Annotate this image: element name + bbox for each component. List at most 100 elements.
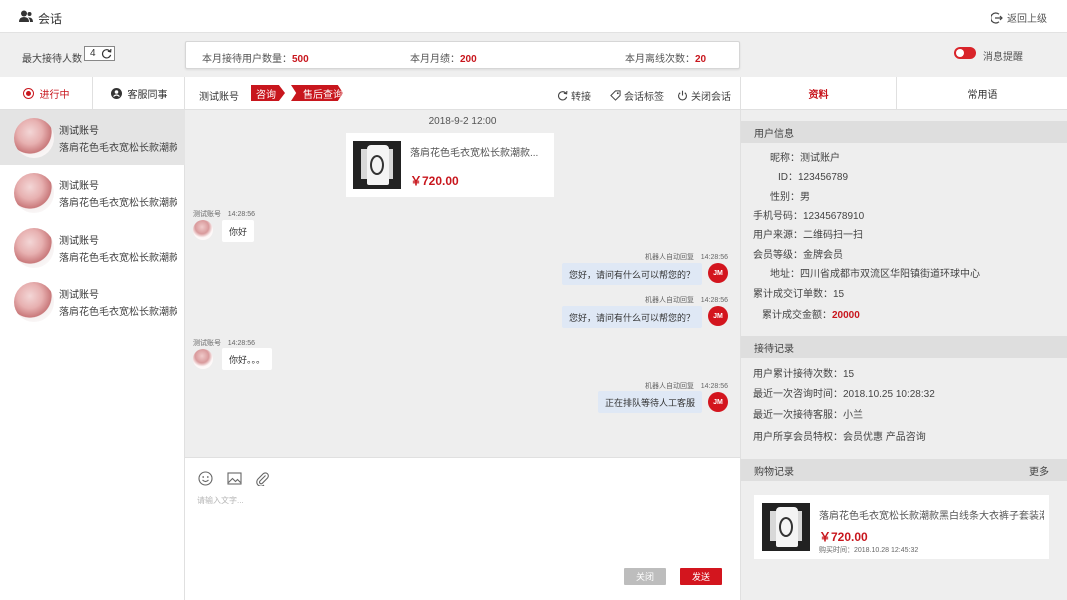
session-name: 测试账号 [59,181,99,192]
section-title: 用户信息 [754,128,794,140]
tab-colleagues[interactable]: 客服同事 [93,77,185,110]
product-price: ￥720.00 [410,174,459,188]
section-title: 接待记录 [754,343,794,355]
info-tabs: 资料 常用语 [741,77,1067,110]
session-preview: 落肩花色毛衣宽松长款潮款... [59,253,177,264]
back-label: 返回上级 [1007,14,1047,25]
close-button[interactable]: 关闭 [624,568,666,585]
close-session-button[interactable]: 关闭会话 [677,88,731,103]
info-id: ID：123456789 [778,172,849,183]
purchase-price: ￥720.00 [819,530,868,544]
max-reception-label: 最大接待人数 [22,54,82,65]
message-time: 14:28:56 [700,254,728,261]
tab-common-phrases[interactable]: 常用语 [897,77,1067,110]
notify-label: 消息提醒 [983,52,1023,63]
tab-colleagues-label: 客服同事 [127,90,168,101]
message-bubble: 正在排队等待人工客服 [597,391,702,413]
session-name: 测试账号 [59,236,99,247]
bot-avatar: JM [708,392,728,412]
info-address: 地址：四川省成都市双流区华阳镇街道环球中心 [770,269,980,280]
session-preview: 落肩花色毛衣宽松长款潮款... [59,198,177,209]
product-name: 落肩花色毛衣宽松长款潮款... [410,148,539,159]
purchase-card[interactable]: 落肩花色毛衣宽松长款潮款黑白线条大衣裤子套装潮流... ￥720.00 购买时间… [754,495,1049,559]
purchase-time: 购买时间：2018.10.28 12:45:32 [819,547,919,554]
reception-last-agent: 最近一次接待客服：小兰 [753,410,863,421]
avatar [14,228,54,268]
message-time: 14:28:56 [227,211,256,218]
notify-toggle[interactable] [954,47,976,59]
reception-privileges: 用户所享会员特权：会员优惠 产品咨询 [753,432,926,443]
avatar [193,220,213,240]
reception-last-time: 最近一次咨询时间：2018.10.25 10:28:32 [753,389,935,400]
message-sender: 机器人自动回复 [644,254,694,261]
customer-info-panel: 资料 常用语 用户信息 昵称：测试账户 ID：123456789 性别：男 手机… [740,77,1067,600]
refresh-icon[interactable] [101,48,112,59]
stat-month-users: 本月接待用户数量：500 [202,54,309,65]
message-sender: 测试账号 [193,340,221,347]
message-sender: 机器人自动回复 [644,383,694,390]
session-tabs: 进行中 客服同事 [0,77,185,110]
tab-profile[interactable]: 资料 [741,77,896,110]
bot-avatar: JM [708,263,728,283]
send-button[interactable]: 发送 [680,568,722,585]
chat-date: 2018-9-2 12:00 [428,116,497,127]
top-header: 会话 返回上级 [0,0,1067,33]
avatar [14,173,54,213]
transfer-label: 转接 [571,92,591,103]
tag-after-sales[interactable]: 售后查询 [291,85,343,101]
users-icon [19,10,33,22]
back-button[interactable]: 返回上级 [991,10,1047,25]
session-preview: 落肩花色毛衣宽松长款潮款... [59,143,177,154]
info-level: 会员等级：金牌会员 [753,250,843,261]
stat-month-performance: 本月月绩：200 [410,54,477,65]
info-source: 用户来源：二维码扫一扫 [753,230,863,241]
section-purchases: 购物记录 更多 [741,459,1067,481]
info-gender: 性别：男 [770,192,810,203]
avatar [14,282,54,322]
session-name: 测试账号 [59,126,99,137]
message-time: 14:28:56 [227,340,256,347]
info-orders: 累计成交订单数：15 [753,289,845,300]
message: 测试账号 14:28:56 [193,208,255,219]
attachment-icon[interactable] [255,471,270,486]
message: 测试账号 14:28:56 [193,337,255,348]
session-item[interactable]: 测试账号 落肩花色毛衣宽松长款潮款... [0,220,185,275]
message: 机器人自动回复 14:28:56 [645,294,728,305]
info-amount: 累计成交金额：20000 [762,310,860,321]
radio-dot-icon [22,88,34,99]
avatar [14,118,54,158]
bot-avatar: JM [708,306,728,326]
info-phone: 手机号码：12345678910 [753,211,865,222]
emoji-icon[interactable] [198,471,213,486]
message-list: 2018-9-2 12:00 落肩花色毛衣宽松长款潮款... ￥720.00 测… [185,110,740,457]
info-nickname: 昵称：测试账户 [770,153,840,164]
power-icon [678,90,687,101]
chat-account-name: 测试账号 [199,92,239,103]
max-reception-value: 4 [90,48,96,59]
transfer-icon [558,91,568,101]
image-icon[interactable] [227,471,242,486]
tab-in-progress[interactable]: 进行中 [0,77,92,110]
session-item[interactable]: 测试账号 落肩花色毛衣宽松长款潮款... [0,165,185,220]
purchase-name: 落肩花色毛衣宽松长款潮款黑白线条大衣裤子套装潮流... [819,511,1044,522]
message-input[interactable]: 请输入文字... [197,495,244,506]
message-bubble: 你好 [222,220,255,242]
message-time: 14:28:56 [700,383,728,390]
more-link[interactable]: 更多 [1029,463,1049,478]
tag-consult[interactable]: 咨询 [251,85,285,101]
max-reception-stepper[interactable]: 4 [84,46,115,61]
chat-panel: 测试账号 咨询 售后查询 转接 会话标签 关闭会话 2018-9-2 12:00… [185,77,740,600]
product-image [762,503,810,551]
section-title: 购物记录 [754,466,794,478]
monthly-stats: 本月接待用户数量：500 本月月绩：200 本月离线次数：20 [185,41,740,69]
session-tag-button[interactable]: 会话标签 [610,88,664,103]
section-user-info: 用户信息 [741,121,1067,143]
transfer-button[interactable]: 转接 [557,88,591,103]
tab-in-progress-label: 进行中 [39,90,70,101]
session-item[interactable]: 测试账号 落肩花色毛衣宽松长款潮款... [0,110,185,165]
tag-icon [610,90,621,101]
session-item[interactable]: 测试账号 落肩花色毛衣宽松长款潮款... [0,274,185,329]
page-title: 会话 [38,12,63,26]
product-card[interactable]: 落肩花色毛衣宽松长款潮款... ￥720.00 [346,133,554,197]
chat-toolbar: 测试账号 咨询 售后查询 转接 会话标签 关闭会话 [185,77,740,110]
